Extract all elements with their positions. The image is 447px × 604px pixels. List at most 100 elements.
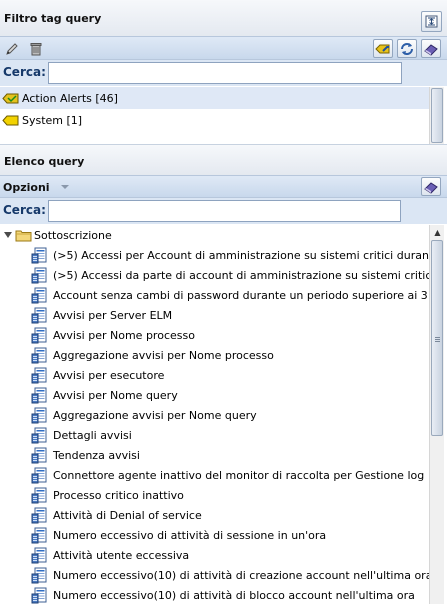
query-report-icon: [31, 507, 48, 524]
tag-search-label: Cerca:: [3, 65, 46, 79]
query-list-item[interactable]: Attività di Denial of service: [31, 505, 202, 525]
query-item-label: Attività di Denial of service: [53, 508, 202, 522]
query-item-label: Connettore agente inattivo del monitor d…: [53, 468, 425, 482]
query-list-item[interactable]: Avvisi per Server ELM: [31, 305, 172, 325]
refresh-icon: [401, 42, 413, 55]
options-menu[interactable]: Opzioni: [3, 179, 70, 195]
query-report-icon: [31, 307, 48, 324]
query-item-label: (>5) Accessi da parte di account di ammi…: [53, 268, 429, 282]
tag-filter-header: Filtro tag query: [0, 0, 447, 36]
tag-toolbar: [0, 36, 447, 60]
query-item-label: Processo critico inattivo: [53, 488, 184, 502]
query-report-icon: [31, 567, 48, 584]
query-report-icon: [31, 467, 48, 484]
tag-item-action-alerts[interactable]: Action Alerts [46]: [0, 87, 429, 109]
scroll-up-arrow[interactable]: ▲: [431, 226, 444, 239]
tag-list: Action Alerts [46] System [1]: [0, 87, 429, 144]
query-list-item[interactable]: Aggregazione avvisi per Nome query: [31, 405, 257, 425]
query-report-icon: [31, 547, 48, 564]
query-list-item[interactable]: Tendenza avvisi: [31, 445, 140, 465]
query-report-icon: [31, 327, 48, 344]
query-item-label: Numero eccessivo(10) di attività di crea…: [53, 568, 429, 582]
query-report-icon: [31, 587, 48, 604]
query-item-label: Aggregazione avvisi per Nome processo: [53, 348, 274, 362]
query-item-label: Avvisi per Nome query: [53, 388, 178, 402]
query-item-label: Numero eccessivo di attività di sessione…: [53, 528, 327, 542]
scrollbar-thumb[interactable]: [431, 88, 443, 143]
query-list-item[interactable]: Avvisi per Nome processo: [31, 325, 195, 345]
edit-tag-button[interactable]: [2, 39, 22, 58]
query-report-icon: [31, 247, 48, 264]
tree-folder-sottoscrizione[interactable]: Sottoscrizione: [0, 226, 112, 244]
query-report-icon: [31, 387, 48, 404]
query-list-item[interactable]: Numero eccessivo(10) di attività di bloc…: [31, 585, 415, 604]
clear-tag-filter-button[interactable]: [421, 39, 441, 58]
query-list-item[interactable]: Attività utente eccessiva: [31, 545, 189, 565]
query-search-label: Cerca:: [3, 203, 46, 217]
tag-icon: [2, 93, 19, 103]
query-report-icon: [31, 527, 48, 544]
collapse-panel-button[interactable]: [421, 11, 442, 32]
tag-search-input[interactable]: [48, 62, 402, 84]
query-list-item[interactable]: Dettagli avvisi: [31, 425, 132, 445]
query-list-item[interactable]: Connettore agente inattivo del monitor d…: [31, 465, 424, 485]
query-list-item[interactable]: Avvisi per Nome query: [31, 385, 178, 405]
tag-search-row: Cerca:: [0, 60, 447, 86]
query-item-label: Avvisi per Nome processo: [53, 328, 195, 342]
folder-icon: [15, 230, 32, 241]
query-toolbar: Opzioni: [0, 175, 447, 198]
expand-arrow-icon[interactable]: [3, 230, 13, 240]
query-tree: Sottoscrizione (>5) Accessi per Account …: [0, 225, 429, 604]
query-item-label: Tendenza avvisi: [53, 448, 140, 462]
query-search-row: Cerca:: [0, 198, 447, 224]
query-list-title: Elenco query: [4, 155, 85, 168]
scrollbar-thumb[interactable]: [431, 240, 443, 436]
tag-link-icon: [375, 44, 390, 53]
query-item-label: Attività utente eccessiva: [53, 548, 190, 562]
delete-tag-button[interactable]: [26, 39, 46, 58]
tag-filter-title: Filtro tag query: [4, 12, 102, 25]
query-item-label: Dettagli avvisi: [53, 428, 132, 442]
query-item-label: Numero eccessivo(10) di attività di bloc…: [53, 588, 415, 602]
query-list-item[interactable]: Numero eccessivo di attività di sessione…: [31, 525, 326, 545]
query-report-icon: [31, 487, 48, 504]
collapse-panel-icon: [425, 15, 438, 28]
link-tag-button[interactable]: [373, 39, 393, 58]
query-list-item[interactable]: Aggregazione avvisi per Nome processo: [31, 345, 274, 365]
query-list-item[interactable]: Account senza cambi di password durante …: [31, 285, 428, 305]
refresh-tags-button[interactable]: [397, 39, 417, 58]
query-tree-scrollbar[interactable]: ▲: [429, 225, 444, 604]
query-report-icon: [31, 427, 48, 444]
query-list-item[interactable]: (>5) Accessi per Account di amministrazi…: [31, 245, 429, 265]
eraser-icon: [424, 181, 438, 194]
query-item-label: (>5) Accessi per Account di amministrazi…: [53, 248, 429, 262]
query-item-label: Avvisi per Server ELM: [53, 308, 173, 322]
eraser-icon: [424, 43, 438, 56]
query-report-icon: [31, 367, 48, 384]
query-item-label: Avvisi per esecutore: [53, 368, 165, 382]
query-item-label: Aggregazione avvisi per Nome query: [53, 408, 257, 422]
query-list-item[interactable]: Numero eccessivo(10) di attività di crea…: [31, 565, 429, 585]
tag-icon: [2, 115, 19, 125]
tag-list-scrollbar[interactable]: [429, 87, 444, 144]
tag-item-label: Action Alerts [46]: [22, 91, 118, 105]
pencil-icon: [6, 42, 18, 55]
query-item-label: Account senza cambi di password durante …: [53, 288, 428, 302]
query-list-header: Elenco query: [0, 145, 447, 175]
trash-icon: [30, 42, 42, 55]
clear-query-filter-button[interactable]: [421, 177, 441, 196]
query-list-item[interactable]: (>5) Accessi da parte di account di ammi…: [31, 265, 429, 285]
tag-item-label: System [1]: [22, 113, 83, 127]
options-label: Opzioni: [3, 180, 50, 194]
query-report-icon: [31, 347, 48, 364]
query-list-item[interactable]: Processo critico inattivo: [31, 485, 184, 505]
query-report-icon: [31, 407, 48, 424]
query-report-icon: [31, 267, 48, 284]
folder-label: Sottoscrizione: [34, 228, 112, 242]
query-list-item[interactable]: Avvisi per esecutore: [31, 365, 164, 385]
tag-item-system[interactable]: System [1]: [0, 109, 429, 131]
query-report-icon: [31, 287, 48, 304]
query-report-icon: [31, 447, 48, 464]
query-search-input[interactable]: [48, 200, 401, 222]
chevron-down-icon: [60, 185, 69, 189]
